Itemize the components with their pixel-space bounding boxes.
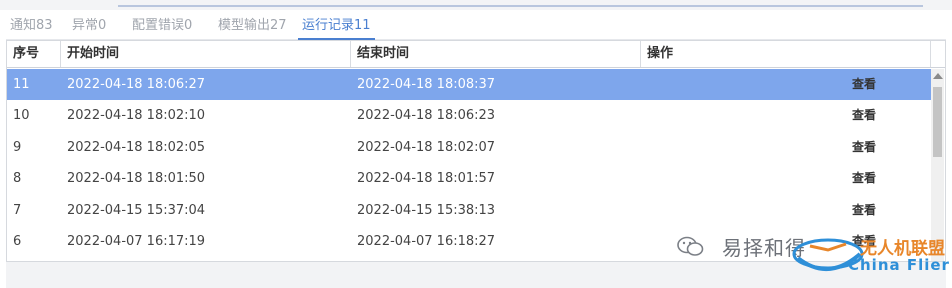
view-link[interactable]: 查看 bbox=[852, 163, 876, 194]
wechat-icon bbox=[676, 234, 706, 265]
cell-no: 6 bbox=[13, 234, 22, 249]
watermark: 易择和得 无人机联盟 China Flier bbox=[676, 226, 950, 284]
cell-start-time: 2022-04-18 18:01:50 bbox=[67, 171, 206, 186]
cell-start-time: 2022-04-18 18:06:27 bbox=[67, 77, 206, 92]
column-header-action[interactable]: 操作 bbox=[641, 41, 931, 67]
cell-end-time: 2022-04-18 18:02:07 bbox=[357, 140, 496, 155]
table-row[interactable]: 11 2022-04-18 18:06:27 2022-04-18 18:08:… bbox=[7, 69, 931, 100]
cell-no: 9 bbox=[13, 140, 22, 155]
top-strip bbox=[0, 0, 952, 10]
tab-run-records[interactable]: 运行记录11 bbox=[298, 16, 375, 40]
scrollbar-thumb[interactable] bbox=[933, 87, 942, 157]
cell-end-time: 2022-04-18 18:06:23 bbox=[357, 108, 496, 123]
cell-no: 11 bbox=[13, 77, 30, 92]
cell-end-time: 2022-04-15 15:38:13 bbox=[357, 203, 496, 218]
column-header-start[interactable]: 开始时间 bbox=[61, 41, 351, 67]
tab-bar: 通知83 异常0 配置错误0 模型输出27 运行记录11 bbox=[6, 12, 946, 40]
cell-no: 10 bbox=[13, 108, 30, 123]
cell-no: 8 bbox=[13, 171, 22, 186]
view-link[interactable]: 查看 bbox=[852, 100, 876, 131]
table-row[interactable]: 9 2022-04-18 18:02:05 2022-04-18 18:02:0… bbox=[7, 132, 931, 163]
cell-start-time: 2022-04-15 15:37:04 bbox=[67, 203, 206, 218]
tab-exceptions[interactable]: 异常0 bbox=[72, 16, 106, 40]
cell-start-time: 2022-04-18 18:02:10 bbox=[67, 108, 206, 123]
chevron-up-icon[interactable] bbox=[933, 73, 943, 79]
column-header-end[interactable]: 结束时间 bbox=[351, 41, 641, 67]
cell-start-time: 2022-04-07 16:17:19 bbox=[67, 234, 206, 249]
cell-end-time: 2022-04-07 16:18:27 bbox=[357, 234, 496, 249]
tab-model-output[interactable]: 模型输出27 bbox=[218, 16, 287, 40]
cell-end-time: 2022-04-18 18:08:37 bbox=[357, 77, 496, 92]
view-link[interactable]: 查看 bbox=[852, 132, 876, 163]
tab-notifications[interactable]: 通知83 bbox=[10, 16, 53, 40]
table-row[interactable]: 7 2022-04-15 15:37:04 2022-04-15 15:38:1… bbox=[7, 195, 931, 226]
drone-logo bbox=[788, 224, 868, 286]
tab-config-errors[interactable]: 配置错误0 bbox=[132, 16, 192, 40]
column-header-no[interactable]: 序号 bbox=[7, 41, 61, 67]
table-header: 序号 开始时间 结束时间 操作 bbox=[7, 41, 945, 68]
top-scroll-track[interactable] bbox=[118, 5, 923, 7]
view-link[interactable]: 查看 bbox=[852, 69, 876, 100]
table-row[interactable]: 8 2022-04-18 18:01:50 2022-04-18 18:01:5… bbox=[7, 163, 931, 194]
view-link[interactable]: 查看 bbox=[852, 195, 876, 226]
watermark-brand-en: China Flier bbox=[848, 256, 950, 274]
table-row[interactable]: 10 2022-04-18 18:02:10 2022-04-18 18:06:… bbox=[7, 100, 931, 131]
cell-start-time: 2022-04-18 18:02:05 bbox=[67, 140, 206, 155]
cell-no: 7 bbox=[13, 203, 22, 218]
cell-end-time: 2022-04-18 18:01:57 bbox=[357, 171, 496, 186]
